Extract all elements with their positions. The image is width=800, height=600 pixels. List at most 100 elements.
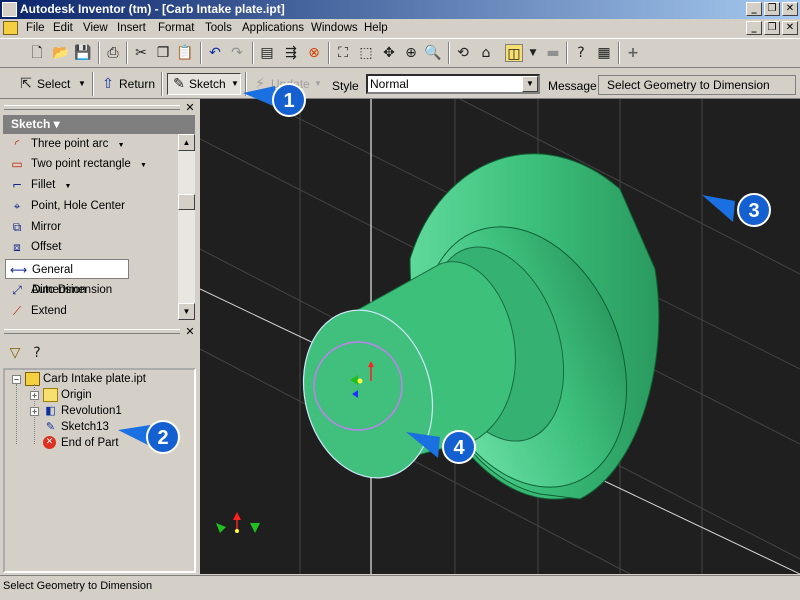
tool-label: Fillet [31,179,56,191]
paste-icon[interactable]: 📋 [176,44,194,62]
tree-root[interactable]: Carb Intake plate.ipt [25,371,146,387]
model-view[interactable] [200,99,800,574]
sketch-pencil-icon: ✎ [173,76,185,92]
tool-general-dimension[interactable]: ⟷ General Dimension [5,259,129,296]
tool-label: Two point rectangle [31,158,131,170]
look-at-icon[interactable]: ⌂ [477,44,495,62]
view-triad [216,512,260,533]
menu-tools[interactable]: Tools [205,22,232,34]
doc-restore-button[interactable]: ❐ [764,21,780,35]
tool-offset[interactable]: ⧈ Offset [5,237,177,257]
panel-close-icon[interactable]: ✕ [183,102,197,114]
update-stop-icon[interactable]: ⊗ [305,44,323,62]
add-icon[interactable]: + [624,44,642,62]
display-mode-icon[interactable]: ◫ [505,44,523,62]
doc-minimize-button[interactable]: _ [746,21,762,35]
zoom-window-icon[interactable]: ⬚ [357,44,375,62]
filter-icon[interactable]: ▽ [6,344,24,362]
return-button[interactable]: Return [119,77,155,91]
doc-close-button[interactable]: ✕ [782,21,798,35]
close-button[interactable]: ✕ [782,2,798,16]
tool-label: Three point arc [31,138,109,150]
scroll-up-icon[interactable]: ▲ [178,134,195,151]
folder-icon [43,388,58,402]
update-dropdown-icon[interactable]: ▼ [314,79,322,88]
scroll-thumb[interactable] [178,194,195,210]
rotate-icon[interactable]: ⟲ [454,44,472,62]
tool-two-point-rectangle[interactable]: ▭ Two point rectangle ▼ [5,154,177,174]
zoom-icon[interactable]: ⊕ [402,44,420,62]
panel-grip[interactable] [4,105,180,110]
menu-format[interactable]: Format [158,22,194,34]
collapse-icon[interactable]: − [12,375,21,384]
tool-auto-dimension[interactable]: ⤢ Auto Dimension [5,280,177,300]
window-title: Autodesk Inventor (tm) - [Carb Intake pl… [20,2,285,16]
document-icon[interactable] [3,21,18,35]
view-catalog-icon[interactable]: ▤ [258,44,276,62]
select-button[interactable]: Select [37,77,70,91]
redo-icon[interactable]: ↷ [228,44,246,62]
cut-icon[interactable]: ✂ [132,44,150,62]
sketch-tool-list: ◜ Three point arc ▼ ▭ Two point rectangl… [3,134,178,320]
undo-icon[interactable]: ↶ [206,44,224,62]
sketch-button-label: Sketch [189,77,226,91]
toolbar-separator [161,72,163,96]
style-combo-arrow-icon[interactable]: ▼ [522,76,538,92]
sketch-panel-header[interactable]: Sketch ▾ [3,115,195,134]
graphics-viewport[interactable] [200,99,800,574]
tree-guide [16,384,17,444]
browser-grip[interactable] [4,329,180,334]
sketch-dropdown-icon[interactable]: ▼ [231,79,239,88]
update-button[interactable]: Update [271,77,310,91]
open-folder-icon[interactable]: 📂 [52,44,70,62]
minimize-button[interactable]: _ [746,2,762,16]
tree-item-label: Sketch13 [61,421,109,433]
tool-list-scrollbar[interactable]: ▲ ▼ [178,134,195,320]
tool-extend[interactable]: ⟋ Extend [5,301,177,321]
scroll-down-icon[interactable]: ▼ [178,303,195,320]
part-icon [25,372,40,386]
tool-point-hole-center[interactable]: ⌖ Point, Hole Center [5,196,177,216]
menu-view[interactable]: View [83,22,108,34]
status-text: Select Geometry to Dimension [3,580,153,592]
menu-help[interactable]: Help [364,22,388,34]
menu-file[interactable]: File [26,22,45,34]
browser-close-icon[interactable]: ✕ [183,326,197,338]
toolbar-separator [126,42,128,64]
tree-item-sketch[interactable]: ✎ Sketch13 [43,419,109,435]
mirror-icon: ⧉ [12,220,22,234]
browser-help-icon[interactable]: ? [28,344,46,362]
display-mode-dropdown-icon[interactable]: ▼ [524,44,542,62]
new-file-icon[interactable]: 🗋 [28,44,46,62]
style-combo[interactable]: Normal [366,74,540,94]
select-filter-icon[interactable]: ⇶ [282,44,300,62]
save-icon[interactable]: 💾 [74,44,92,62]
menu-applications[interactable]: Applications [242,22,304,34]
copy-icon[interactable]: ❐ [154,44,172,62]
menu-windows[interactable]: Windows [311,22,358,34]
dimension-icon: ⟷ [10,263,28,277]
tool-label: Extend [31,305,67,317]
dropdown-arrow-icon[interactable]: ▼ [118,142,125,149]
menu-edit[interactable]: Edit [53,22,73,34]
shadow-icon[interactable]: ▬ [544,44,562,62]
pan-icon[interactable]: ✥ [380,44,398,62]
tree-item-origin[interactable]: Origin [43,387,92,403]
style-combo-value: Normal [370,77,409,91]
restore-button[interactable]: ❐ [764,2,780,16]
help-topics-icon[interactable]: ? [572,44,590,62]
select-dropdown-icon[interactable]: ▼ [78,79,86,88]
visual-syllabus-icon[interactable]: ▦ [595,44,613,62]
zoom-select-icon[interactable]: 🔍 [424,44,442,62]
tool-three-point-arc[interactable]: ◜ Three point arc ▼ [5,134,177,154]
zoom-all-icon[interactable]: ⛶ [334,44,352,62]
tree-item-end-of-part[interactable]: ✕ End of Part [43,435,119,451]
tool-mirror[interactable]: ⧉ Mirror [5,217,177,237]
print-icon[interactable]: ⎙ [104,44,122,62]
inventor-app-icon[interactable] [2,2,17,17]
tree-item-revolution[interactable]: ◧ Revolution1 [43,403,121,419]
dropdown-arrow-icon[interactable]: ▼ [140,162,147,169]
dropdown-arrow-icon[interactable]: ▼ [64,183,71,190]
tool-fillet[interactable]: ⌐ Fillet ▼ [5,175,177,195]
menu-insert[interactable]: Insert [117,22,146,34]
